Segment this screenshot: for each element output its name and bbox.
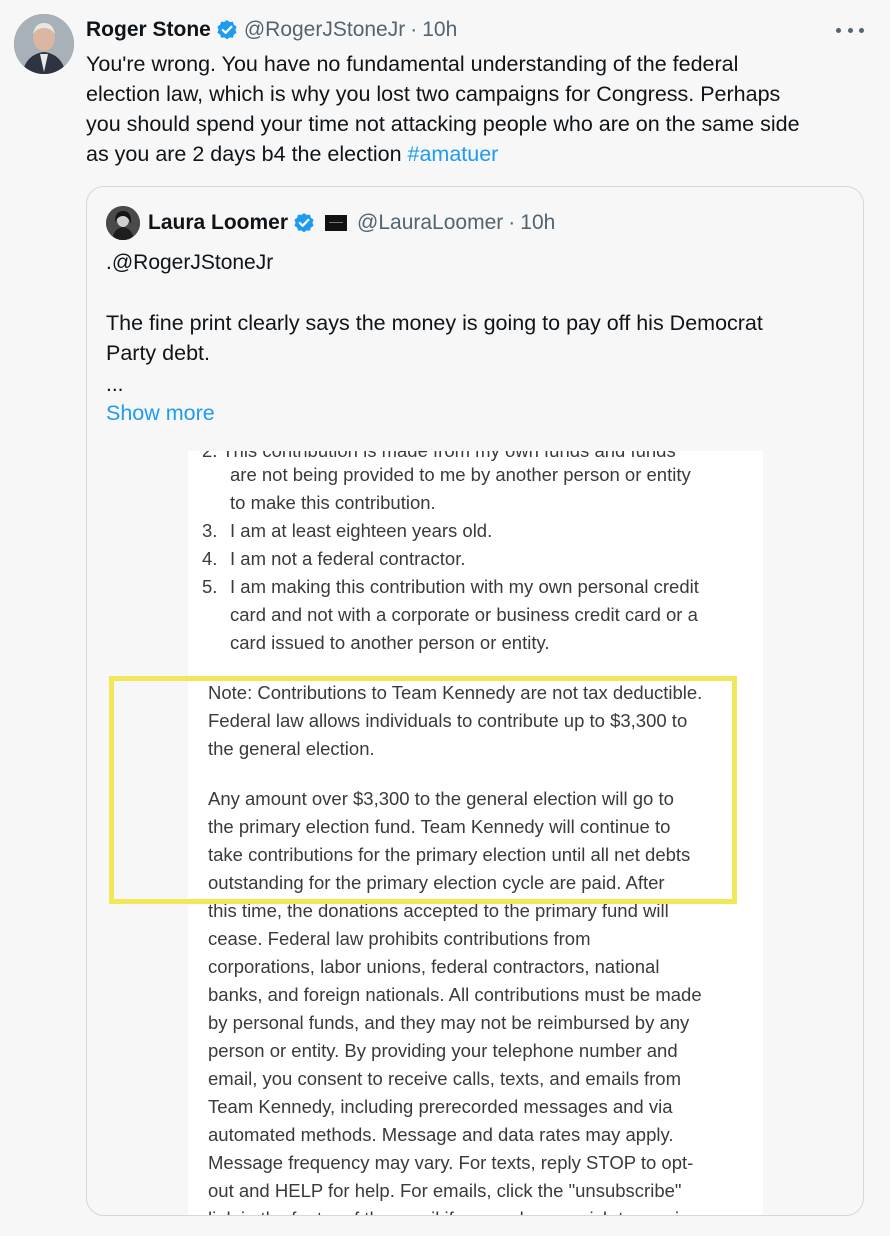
list-item-text: are not being provided to me by another … bbox=[230, 461, 691, 517]
tweet: Roger Stone @RogerJStoneJr · 10h You're … bbox=[0, 0, 890, 1236]
disclaimer-line: outstanding for the primary election cyc… bbox=[208, 872, 665, 893]
disclaimer-line: this time, the donations accepted to the… bbox=[208, 900, 669, 921]
author-name[interactable]: Roger Stone bbox=[86, 18, 211, 42]
avatar[interactable] bbox=[14, 14, 74, 74]
list-number: 4. bbox=[202, 548, 218, 569]
list-item: 5. I am making this contribution with my… bbox=[188, 573, 763, 657]
tweet-header: Roger Stone @RogerJStoneJr · 10h bbox=[86, 14, 457, 46]
more-options-icon[interactable] bbox=[836, 14, 864, 46]
show-more-link[interactable]: Show more bbox=[106, 398, 215, 428]
list-item-line: card issued to another person or entity. bbox=[230, 632, 550, 653]
list-item-line: to make this contribution. bbox=[230, 492, 436, 513]
tweet-text-segment: as you are 2 days b4 the election bbox=[86, 142, 408, 166]
quoted-handle[interactable]: @LauraLoomer bbox=[357, 211, 503, 235]
quoted-text: The fine print clearly says the money is… bbox=[106, 308, 846, 368]
tweet-text-line: you should spend your time not attacking… bbox=[86, 112, 800, 136]
note-line: Federal law allows individuals to contri… bbox=[208, 710, 688, 731]
quoted-timestamp[interactable]: 10h bbox=[520, 211, 555, 235]
list-item: 3. I am at least eighteen years old. bbox=[188, 517, 763, 545]
disclaimer-line: by personal funds, and they may not be r… bbox=[208, 1012, 690, 1033]
contribution-list: 3. I am at least eighteen years old. 4. … bbox=[188, 517, 763, 657]
tweet-text-line: as you are 2 days b4 the election #amatu… bbox=[86, 139, 876, 169]
disclaimer-line: take contributions for the primary elect… bbox=[208, 844, 691, 865]
quoted-author-name[interactable]: Laura Loomer bbox=[148, 211, 288, 235]
quoted-mention[interactable]: .@RogerJStoneJr bbox=[106, 248, 273, 278]
timestamp[interactable]: 10h bbox=[422, 18, 457, 42]
list-item-line: I am not a federal contractor. bbox=[230, 548, 466, 569]
tweet-text: You're wrong. You have no fundamental un… bbox=[86, 49, 876, 169]
quoted-header: Laura Loomer @LauraLoomer · 10h bbox=[148, 207, 555, 239]
disclaimer-line: email, you consent to receive calls, tex… bbox=[208, 1068, 681, 1089]
disclaimer-line: person or entity. By providing your tele… bbox=[208, 1040, 678, 1061]
quoted-tweet[interactable]: Laura Loomer @LauraLoomer · 10h .@RogerJ… bbox=[86, 186, 864, 1216]
note-line: the general election. bbox=[208, 738, 375, 759]
list-number: 3. bbox=[202, 520, 218, 541]
quoted-avatar-image bbox=[106, 206, 140, 240]
disclaimer-line: link in the footer of the email if you n… bbox=[208, 1205, 748, 1215]
disclaimer-line: the primary election fund. Team Kennedy … bbox=[208, 816, 671, 837]
quoted-ellipsis: ... bbox=[106, 373, 124, 396]
affiliate-flag-icon bbox=[325, 215, 348, 231]
note-paragraph: Note: Contributions to Team Kennedy are … bbox=[208, 679, 748, 763]
attached-image[interactable]: 2. This contribution is made from my own… bbox=[188, 451, 763, 1215]
list-item-line: I am at least eighteen years old. bbox=[230, 520, 493, 541]
list-item: 4. I am not a federal contractor. bbox=[188, 545, 763, 573]
disclaimer-line: Team Kennedy, including prerecorded mess… bbox=[208, 1096, 673, 1117]
disclaimer-line: automated methods. Message and data rate… bbox=[208, 1124, 674, 1145]
list-item-line: are not being provided to me by another … bbox=[230, 464, 691, 485]
disclaimer-line: out and HELP for help. For emails, click… bbox=[208, 1180, 682, 1201]
disclaimer-line: cease. Federal law prohibits contributio… bbox=[208, 928, 591, 949]
author-handle[interactable]: @RogerJStoneJr bbox=[244, 18, 405, 42]
avatar-image bbox=[14, 14, 74, 74]
disclaimer-line: Any amount over $3,300 to the general el… bbox=[208, 788, 674, 809]
verified-badge-icon bbox=[217, 20, 237, 40]
quoted-text-line: The fine print clearly says the money is… bbox=[106, 311, 763, 335]
quoted-text-line: Party debt. bbox=[106, 341, 210, 365]
disclaimer-paragraph: Any amount over $3,300 to the general el… bbox=[208, 785, 748, 1215]
separator: · bbox=[410, 18, 418, 41]
disclaimer-line: Message frequency may vary. For texts, r… bbox=[208, 1152, 694, 1173]
list-item-line: I am making this contribution with my ow… bbox=[230, 576, 699, 597]
disclaimer-line: banks, and foreign nationals. All contri… bbox=[208, 984, 702, 1005]
quoted-avatar[interactable] bbox=[106, 206, 140, 240]
tweet-text-line: election law, which is why you lost two … bbox=[86, 82, 781, 106]
list-number: 5. bbox=[202, 576, 218, 597]
separator: · bbox=[508, 211, 516, 234]
disclaimer-line: corporations, labor unions, federal cont… bbox=[208, 956, 660, 977]
verified-badge-icon bbox=[294, 213, 314, 233]
list-item-line: card and not with a corporate or busines… bbox=[230, 604, 698, 625]
hashtag-link[interactable]: #amatuer bbox=[408, 142, 499, 166]
tweet-text-line: You're wrong. You have no fundamental un… bbox=[86, 52, 739, 76]
note-line: Note: Contributions to Team Kennedy are … bbox=[208, 682, 703, 703]
